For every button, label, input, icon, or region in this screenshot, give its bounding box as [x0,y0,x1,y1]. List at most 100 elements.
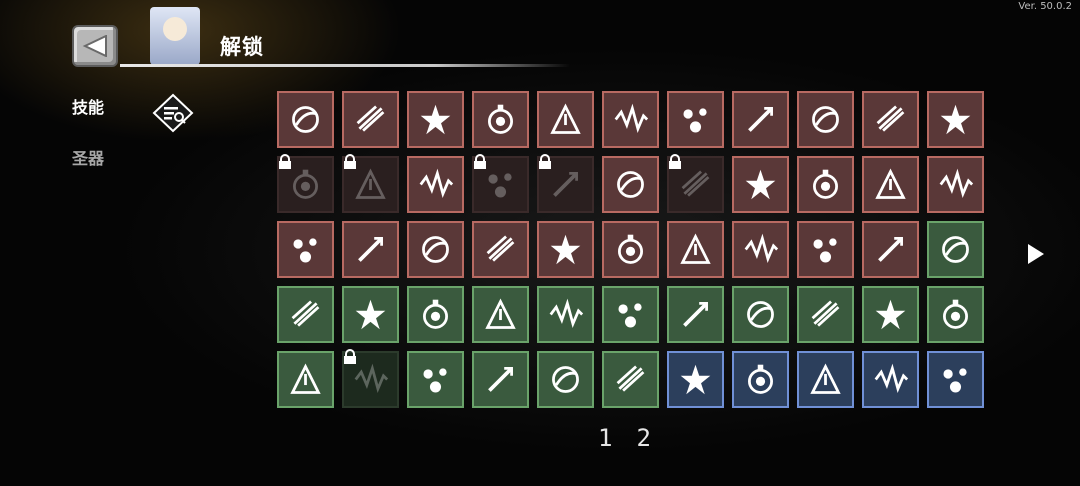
skill-tile-54[interactable] [862,351,919,408]
skill-tile-43[interactable] [862,286,919,343]
burst-shield-icon [420,104,451,135]
category-tab-skills[interactable]: 技能 [72,94,104,118]
skill-tile-16[interactable] [537,154,594,213]
skill-tile-38[interactable] [537,286,594,343]
spin-shield-icon [811,300,840,327]
skill-tile-22[interactable] [927,156,984,213]
page-title: 解锁 [220,35,264,59]
skill-tile-41[interactable] [732,286,789,343]
blue-flame-icon [748,364,773,394]
skill-tile-30[interactable] [732,221,789,278]
arrow-rain-icon [812,106,839,133]
skill-tile-53[interactable] [797,351,854,408]
skill-tile-6[interactable] [602,91,659,148]
frost-sword-icon [488,173,512,198]
skill-tile-28[interactable] [602,221,659,278]
skill-tile-49[interactable] [537,351,594,408]
stat-up-icon [874,363,909,393]
skill-tile-34[interactable] [277,286,334,343]
biohazard-spikes-icon [876,105,905,132]
lock-icon [474,154,486,169]
skill-tile-8[interactable] [732,91,789,148]
sparkle-dust-icon [290,363,321,394]
skill-tile-55[interactable] [927,351,984,408]
lock-icon [669,154,681,169]
page-1[interactable]: 1 [598,424,612,452]
skill-tile-50[interactable] [602,351,659,408]
filter-button[interactable] [152,93,194,133]
skill-tile-1[interactable] [277,91,334,148]
vortex-icon [553,172,578,197]
skill-tile-17[interactable] [602,156,659,213]
skill-tile-42[interactable] [797,286,854,343]
skill-tile-35[interactable] [342,286,399,343]
skill-tile-7[interactable] [667,91,724,148]
skill-tile-10[interactable] [862,91,919,148]
skill-tile-2[interactable] [342,91,399,148]
wind-streak-icon [293,169,318,199]
skill-tile-18[interactable] [667,154,724,213]
lock-icon [344,349,356,364]
skill-tile-9[interactable] [797,91,854,148]
skill-tile-33[interactable] [927,221,984,278]
skill-tile-13[interactable] [342,154,399,213]
shuriken-icon [423,368,447,393]
skill-tile-39[interactable] [602,286,659,343]
skill-tile-21[interactable] [862,156,919,213]
potion-orb-icon [683,108,707,133]
skill-tile-45[interactable] [277,351,334,408]
fist-icon [813,169,838,199]
skill-tile-25[interactable] [407,221,464,278]
skill-tile-52[interactable] [732,351,789,408]
skill-tile-12[interactable] [277,154,334,213]
skill-tile-5[interactable] [537,91,594,148]
next-page-button[interactable] [1026,242,1046,266]
skill-tile-47[interactable] [407,351,464,408]
filter-search-icon [152,93,194,133]
hourglass-up-icon [810,363,841,394]
skill-tile-29[interactable] [667,221,724,278]
spark-cross-icon [419,168,454,198]
skill-tile-24[interactable] [342,221,399,278]
category-tab-relics[interactable]: 圣器 [72,145,104,169]
back-button[interactable] [72,25,118,67]
falling-swords-icon [875,299,906,330]
chain-burst-icon [291,300,320,327]
skill-tile-32[interactable] [862,221,919,278]
thunder-ring-icon [748,107,773,132]
lock-icon [344,154,356,169]
turret-icon [423,299,448,329]
skill-tile-27[interactable] [537,221,594,278]
triple-slash-icon [939,168,974,198]
skill-tile-44[interactable] [927,286,984,343]
skill-tile-4[interactable] [472,91,529,148]
lock-icon [279,154,291,169]
next-page-arrow-icon [1028,244,1044,264]
skill-tile-15[interactable] [472,154,529,213]
skill-tile-40[interactable] [667,286,724,343]
skill-tile-46[interactable] [342,349,399,408]
crescent-moon-icon [940,104,971,135]
skill-tile-20[interactable] [797,156,854,213]
lightning-bolt-icon [355,299,386,330]
skill-tile-23[interactable] [277,221,334,278]
back-arrow-icon [82,35,107,57]
character-avatar [150,7,200,65]
skill-grid [277,91,984,408]
pagination: 1 2 [598,424,651,452]
sword-icon [683,302,708,327]
skill-tile-48[interactable] [472,351,529,408]
skill-tile-31[interactable] [797,221,854,278]
slash-orbit-icon [292,106,319,133]
skill-tile-14[interactable] [407,156,464,213]
skill-tile-19[interactable] [732,156,789,213]
skill-tile-37[interactable] [472,286,529,343]
skill-tile-36[interactable] [407,286,464,343]
skill-tile-51[interactable] [667,351,724,408]
skill-tile-26[interactable] [472,221,529,278]
skill-tile-3[interactable] [407,91,464,148]
comet-streak-icon [878,237,903,262]
arrow-upgrade-icon [550,103,581,134]
skill-tile-11[interactable] [927,91,984,148]
page-2[interactable]: 2 [636,424,650,452]
